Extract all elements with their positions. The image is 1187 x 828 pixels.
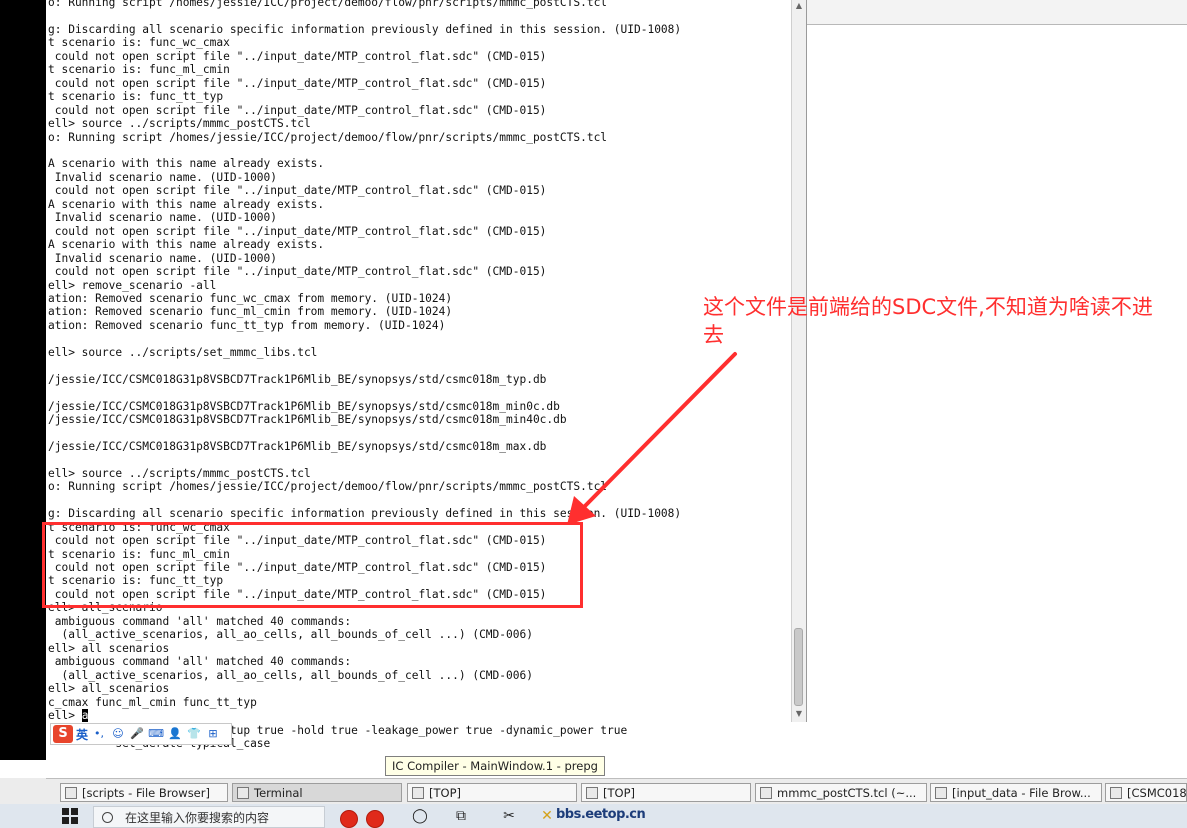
snipping-tool-icon[interactable]: ✂	[500, 808, 518, 824]
scroll-up-icon[interactable]: ▲	[793, 0, 805, 12]
user-icon[interactable]: 👤	[167, 726, 183, 742]
task-top-2[interactable]: [TOP]	[581, 783, 751, 802]
emoji-icon[interactable]: ☺	[110, 726, 126, 742]
ime-mode-toggle[interactable]: 英	[76, 726, 88, 743]
microphone-icon[interactable]: 🎤	[129, 726, 145, 742]
annotation-text: 这个文件是前端给的SDC文件,不知道为啥读不进去	[703, 295, 1153, 347]
terminal-output[interactable]: o: Running script /homes/jessie/ICC/proj…	[46, 0, 807, 723]
windows-search-box[interactable]: 在这里输入你要搜索的内容	[93, 806, 325, 828]
terminal-prompt: ell>	[48, 709, 82, 723]
task-scripts-file-browser[interactable]: [scripts - File Browser]	[60, 783, 228, 802]
task-label: [TOP]	[429, 785, 461, 800]
task-input-data-file-browser[interactable]: [input_data - File Brow...	[930, 783, 1102, 802]
app-icon[interactable]: ✕	[540, 808, 554, 824]
punctuation-icon[interactable]: •,	[91, 726, 107, 742]
cortana-icon[interactable]: ◯	[412, 808, 428, 824]
file-browser-icon	[65, 786, 77, 799]
linux-taskbar: [scripts - File Browser] Terminal [TOP] …	[46, 778, 1187, 805]
sogou-logo-icon[interactable]: S	[53, 725, 73, 743]
search-placeholder: 在这里输入你要搜索的内容	[125, 810, 270, 825]
right-empty-pane	[807, 0, 1187, 760]
task-mmmc-editor[interactable]: mmmc_postCTS.tcl (~...	[755, 783, 927, 802]
task-csmc018[interactable]: [CSMC018	[1105, 783, 1187, 802]
task-terminal[interactable]: Terminal	[232, 783, 402, 802]
taskbar-left-pad	[0, 778, 46, 804]
file-browser-icon	[1110, 786, 1122, 799]
window-tooltip: IC Compiler - MainWindow.1 - prepg	[385, 756, 605, 776]
terminal-icon	[237, 786, 249, 799]
keyboard-icon[interactable]: ⌨	[148, 726, 164, 742]
windows-start-icon[interactable]	[62, 808, 78, 824]
text-editor-icon	[760, 786, 772, 799]
search-icon	[102, 811, 113, 823]
task-label: [scripts - File Browser]	[82, 785, 210, 800]
task-top-1[interactable]: [TOP]	[407, 783, 577, 802]
layout-icon	[586, 786, 598, 799]
watermark: bbs.eetop.cn	[556, 807, 646, 822]
left-black-edge	[0, 0, 46, 760]
file-browser-icon	[935, 786, 947, 799]
task-label: [input_data - File Brow...	[952, 785, 1091, 800]
task-view-icon[interactable]: ⧉	[452, 808, 470, 824]
highlight-box	[42, 522, 583, 608]
ime-toolbar[interactable]: S 英 •, ☺ 🎤 ⌨ 👤 👕 ⊞	[50, 723, 232, 745]
task-label: [TOP]	[603, 785, 635, 800]
task-label: Terminal	[254, 785, 303, 800]
terminal-scrollbar[interactable]: ▲ ▼	[791, 0, 806, 722]
toolbox-icon[interactable]: ⊞	[205, 726, 221, 742]
task-label: [CSMC018	[1127, 785, 1187, 800]
skin-icon[interactable]: 👕	[186, 726, 202, 742]
scroll-thumb[interactable]	[794, 628, 803, 706]
right-pane-header	[807, 0, 1187, 25]
terminal-input[interactable]: a	[81, 709, 89, 722]
task-label: mmmc_postCTS.tcl (~...	[777, 785, 917, 800]
lantern-decoration-icon	[330, 805, 396, 828]
terminal-text: o: Running script /homes/jessie/ICC/proj…	[48, 0, 681, 722]
layout-icon	[412, 786, 424, 799]
scroll-down-icon[interactable]: ▼	[793, 708, 805, 720]
